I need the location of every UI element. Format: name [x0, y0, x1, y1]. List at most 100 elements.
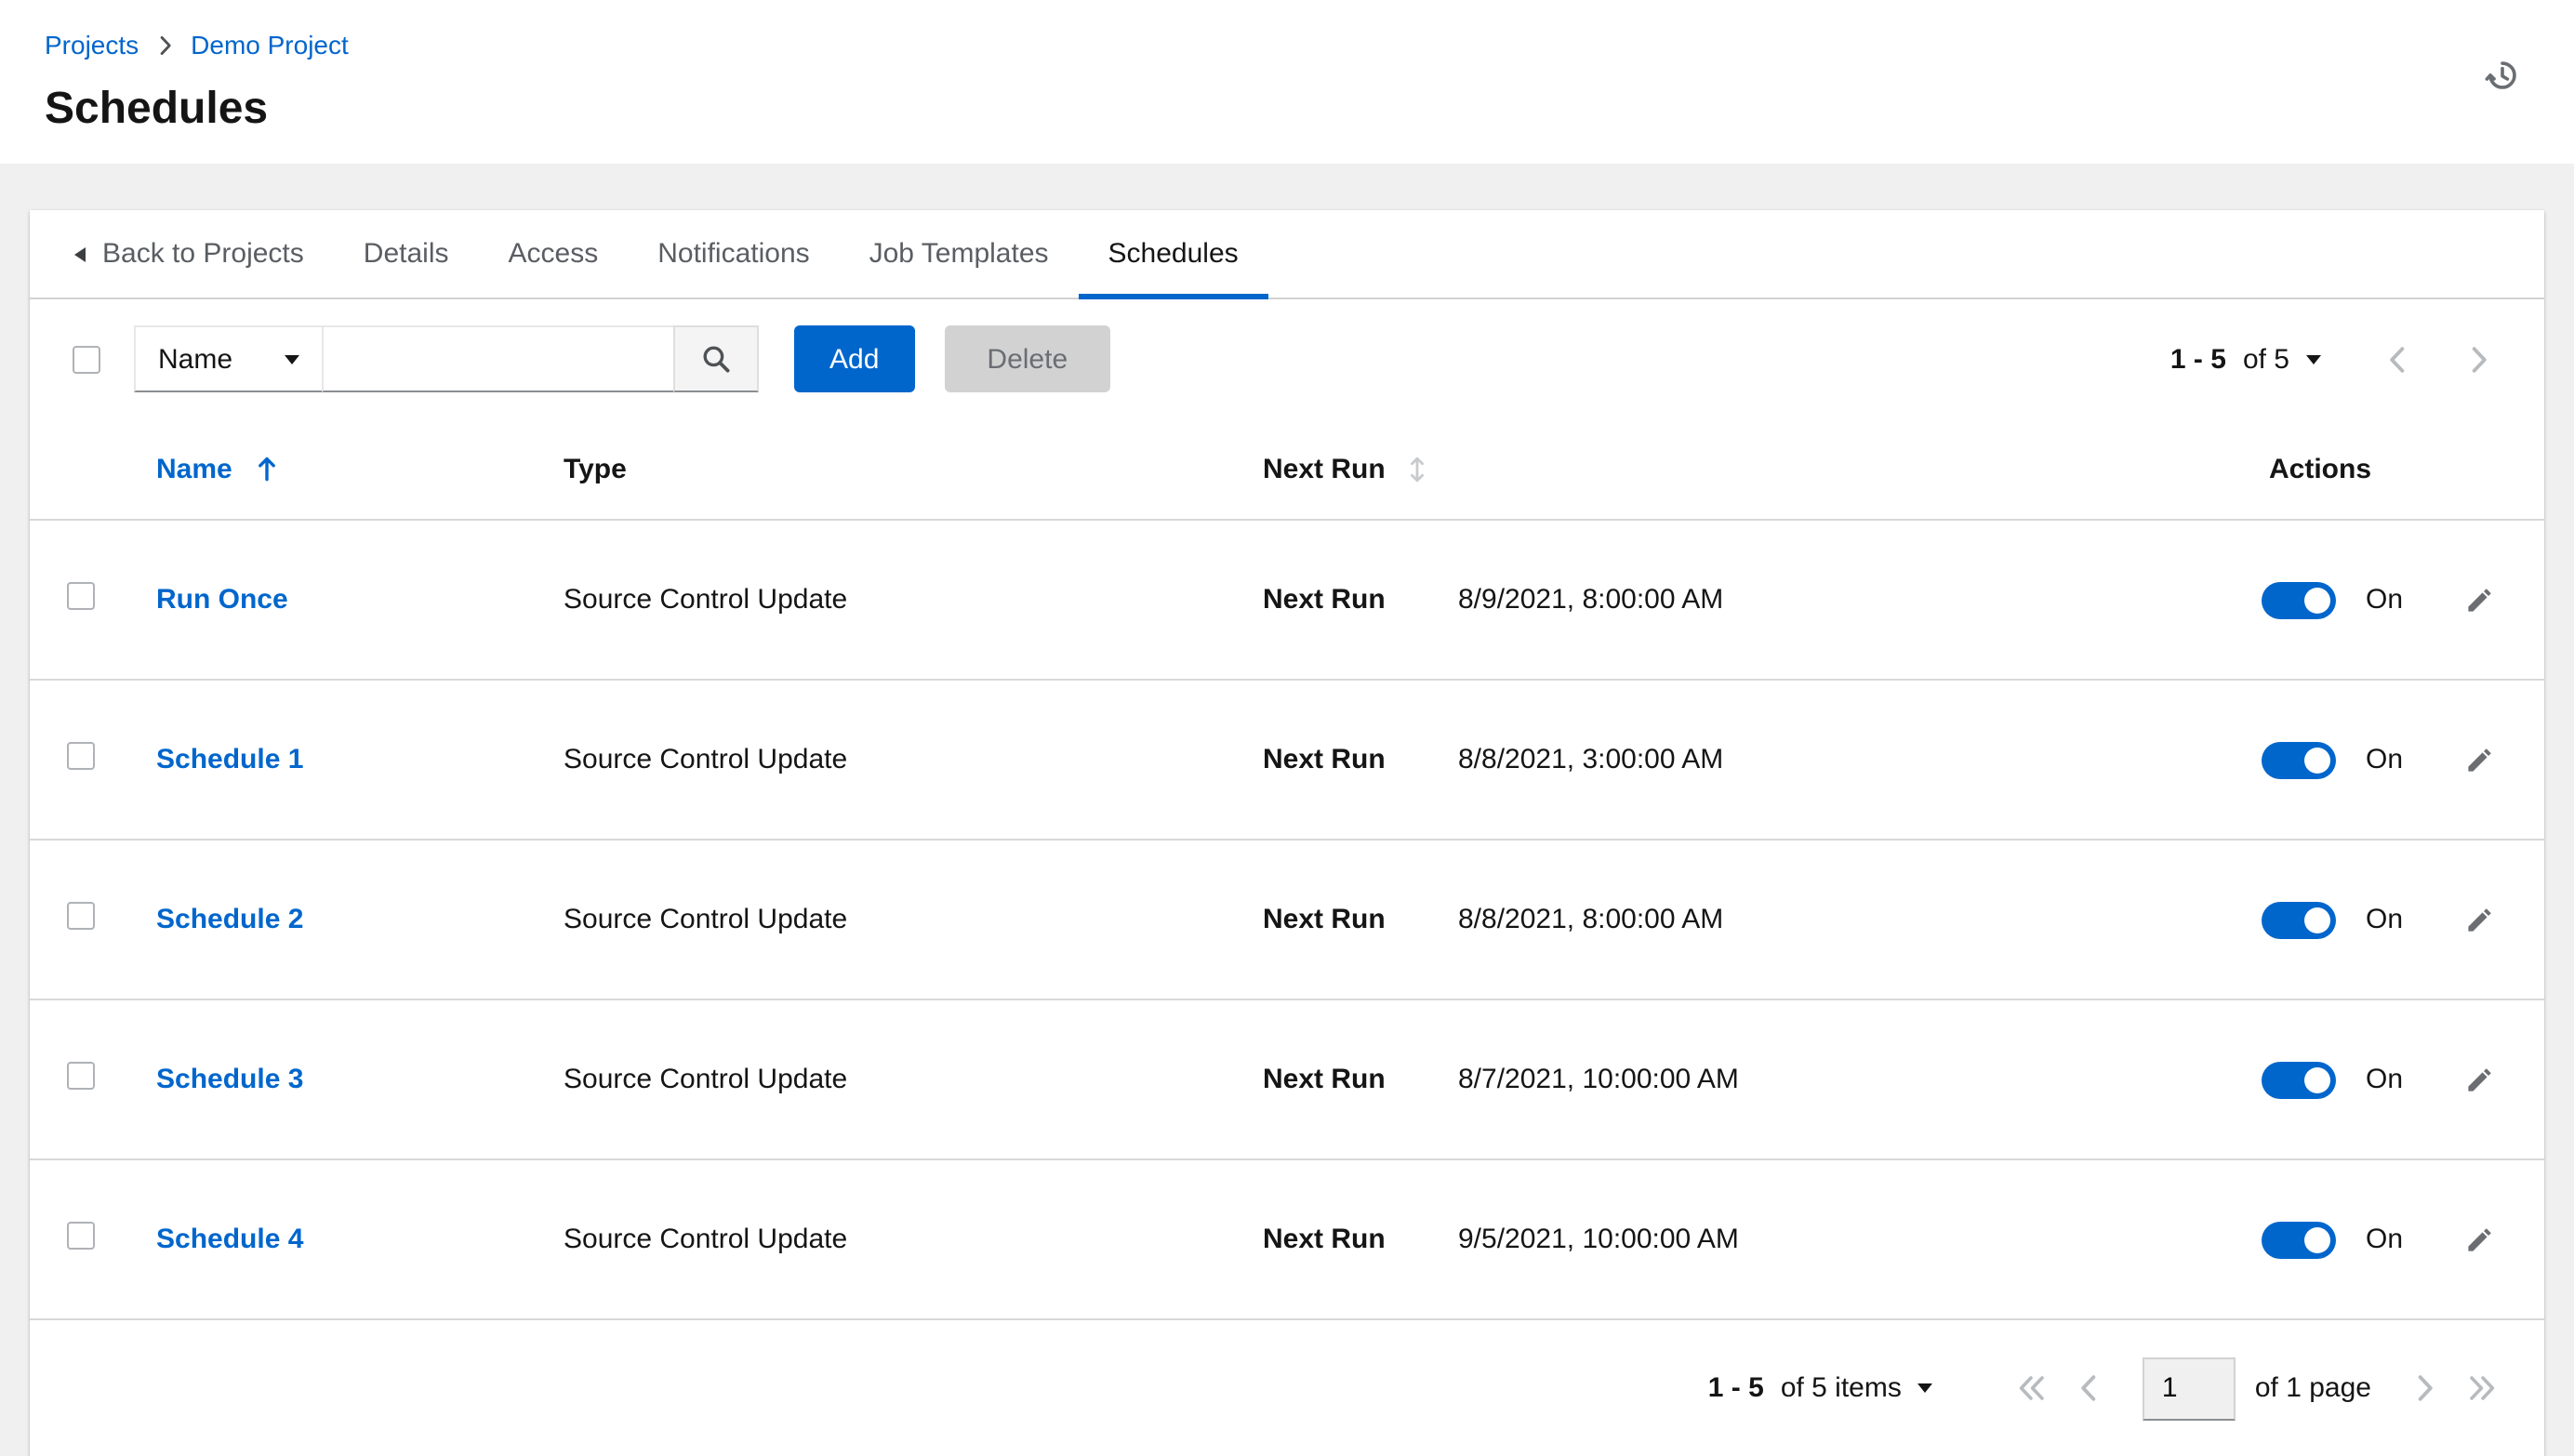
next-page-button[interactable] — [2462, 338, 2496, 380]
tab-label: Back to Projects — [102, 238, 304, 270]
schedule-type: Source Control Update — [564, 744, 848, 775]
pagination-summary-dropdown[interactable]: 1 - 5 of 5 — [2170, 343, 2321, 375]
caret-down-icon — [1917, 1383, 1933, 1393]
column-header-label: Name — [156, 453, 232, 484]
select-all-checkbox[interactable] — [73, 345, 100, 373]
edit-button[interactable] — [2464, 1224, 2494, 1254]
edit-button[interactable] — [2464, 745, 2494, 774]
search-group — [322, 325, 759, 392]
tab-details[interactable]: Details — [334, 210, 479, 298]
tab-label: Details — [363, 238, 449, 270]
next-run-value: 8/7/2021, 10:00:00 AM — [1458, 1064, 1739, 1095]
tab-bar: Back to Projects Details Access Notifica… — [30, 210, 2544, 299]
next-run-label: Next Run — [1263, 584, 1386, 615]
tab-label: Access — [508, 238, 599, 270]
tab-schedules[interactable]: Schedules — [1078, 210, 1268, 299]
table-header: Name Type Next Run Actions — [30, 418, 2544, 519]
row-checkbox[interactable] — [67, 1222, 95, 1250]
column-header-label: Next Run — [1263, 453, 1386, 484]
next-run-value: 9/5/2021, 10:00:00 AM — [1458, 1224, 1739, 1255]
row-checkbox[interactable] — [67, 582, 95, 610]
history-icon — [2483, 56, 2522, 95]
double-angle-right-icon — [2468, 1374, 2496, 1402]
schedule-name-link[interactable]: Run Once — [156, 584, 288, 615]
schedule-type: Source Control Update — [564, 1224, 848, 1255]
schedule-name-link[interactable]: Schedule 3 — [156, 1064, 303, 1095]
pagination-range: 1 - 5 — [2169, 343, 2226, 375]
prev-page-button[interactable] — [2381, 338, 2414, 380]
column-header-name[interactable]: Name — [156, 453, 277, 484]
angle-right-icon — [2416, 1374, 2435, 1402]
table-row: Run Once Source Control Update Next Run … — [30, 519, 2544, 679]
next-page-button[interactable] — [2408, 1367, 2442, 1410]
pencil-icon — [2464, 1224, 2494, 1254]
pagination-of: of 5 — [2242, 343, 2289, 375]
search-input[interactable] — [322, 325, 675, 392]
pencil-icon — [2464, 585, 2494, 615]
items-per-page-dropdown[interactable]: 1 - 5 of 5 items — [1708, 1372, 1933, 1404]
double-angle-left-icon — [2019, 1374, 2047, 1402]
first-page-button[interactable] — [2011, 1367, 2054, 1410]
schedule-toggle[interactable] — [2262, 1061, 2336, 1098]
table-row: Schedule 4 Source Control Update Next Ru… — [30, 1158, 2544, 1318]
schedule-toggle[interactable] — [2262, 901, 2336, 938]
row-checkbox[interactable] — [67, 902, 95, 930]
next-run-value: 8/9/2021, 8:00:00 AM — [1458, 584, 1724, 615]
current-page-input[interactable] — [2143, 1357, 2236, 1420]
caret-down-icon — [2306, 354, 2321, 364]
breadcrumb-link-projects[interactable]: Projects — [45, 26, 139, 63]
table-row: Schedule 1 Source Control Update Next Ru… — [30, 679, 2544, 839]
edit-button[interactable] — [2464, 585, 2494, 615]
schedule-name-link[interactable]: Schedule 1 — [156, 744, 303, 775]
filter-select-value: Name — [158, 343, 233, 375]
tab-job-templates[interactable]: Job Templates — [840, 210, 1079, 298]
tab-label: Notifications — [657, 238, 810, 270]
toggle-state-label: On — [2366, 584, 2404, 615]
schedule-toggle[interactable] — [2262, 581, 2336, 618]
column-header-next-run[interactable]: Next Run — [1263, 453, 2172, 484]
search-button[interactable] — [673, 325, 759, 392]
edit-button[interactable] — [2464, 905, 2494, 934]
tab-notifications[interactable]: Notifications — [628, 210, 839, 298]
row-checkbox[interactable] — [67, 1062, 95, 1090]
delete-button[interactable]: Delete — [944, 325, 1111, 392]
filter-type-select[interactable]: Name — [134, 325, 324, 392]
sort-ascending-icon — [257, 456, 277, 482]
pencil-icon — [2464, 1065, 2494, 1094]
breadcrumb-link-demo-project[interactable]: Demo Project — [191, 26, 349, 63]
column-header-type: Type — [564, 453, 627, 484]
prev-page-button[interactable] — [2073, 1367, 2106, 1410]
table-row: Schedule 3 Source Control Update Next Ru… — [30, 999, 2544, 1158]
pagination-range: 1 - 5 — [1707, 1372, 1764, 1404]
search-icon — [701, 344, 731, 374]
last-page-button[interactable] — [2461, 1367, 2503, 1410]
tab-back-to-projects[interactable]: Back to Projects — [45, 210, 334, 298]
sort-icon — [1408, 455, 1426, 483]
angle-right-icon — [2470, 345, 2488, 373]
angle-right-icon — [157, 34, 172, 55]
next-run-label: Next Run — [1263, 904, 1386, 935]
pencil-icon — [2464, 905, 2494, 934]
schedule-name-link[interactable]: Schedule 4 — [156, 1224, 303, 1255]
schedule-type: Source Control Update — [564, 584, 848, 615]
add-button[interactable]: Add — [794, 325, 915, 392]
tab-label: Job Templates — [869, 238, 1049, 270]
schedule-type: Source Control Update — [564, 1064, 848, 1095]
tab-access[interactable]: Access — [479, 210, 629, 298]
edit-button[interactable] — [2464, 1065, 2494, 1094]
toggle-state-label: On — [2366, 904, 2404, 935]
next-run-value: 8/8/2021, 8:00:00 AM — [1458, 904, 1724, 935]
table-row: Schedule 2 Source Control Update Next Ru… — [30, 839, 2544, 999]
angle-left-icon — [2388, 345, 2407, 373]
next-run-label: Next Run — [1263, 1224, 1386, 1255]
pagination-of: of 5 items — [1780, 1372, 1902, 1404]
angle-left-icon — [2080, 1374, 2099, 1402]
schedule-toggle[interactable] — [2262, 741, 2336, 778]
schedule-name-link[interactable]: Schedule 2 — [156, 904, 303, 935]
row-checkbox[interactable] — [67, 742, 95, 770]
pencil-icon — [2464, 745, 2494, 774]
schedule-toggle[interactable] — [2262, 1221, 2336, 1258]
caret-down-icon — [285, 354, 299, 364]
history-button[interactable] — [2483, 56, 2522, 95]
toggle-state-label: On — [2366, 744, 2404, 775]
